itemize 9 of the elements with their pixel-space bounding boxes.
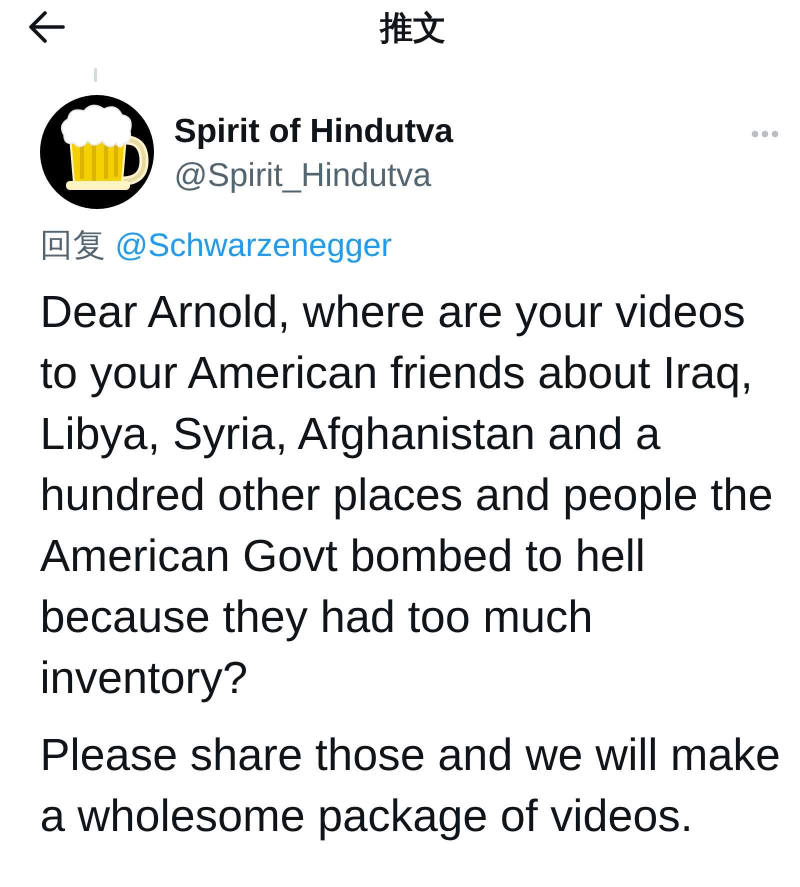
author-name[interactable]: Spirit of Hindutva (174, 112, 454, 152)
reply-label: 回复 (40, 227, 106, 263)
beer-mug-avatar[interactable] (40, 95, 154, 209)
author-handle[interactable]: @Spirit_Hindutva (174, 155, 432, 195)
tweet-paragraph: Please share those and we will make a wholesome package of videos. (40, 728, 782, 843)
thread-connector-line (94, 68, 97, 82)
tweet-paragraph: Dear Arnold, where are your videos to your American friends about Iraq, Libya, Syria, Afghanistan and a hundred other places and people the American Govt bombed to hell because they had too much inventory? (40, 285, 774, 705)
back-arrow-icon[interactable] (28, 10, 66, 44)
page-title: 推文 (380, 8, 446, 44)
